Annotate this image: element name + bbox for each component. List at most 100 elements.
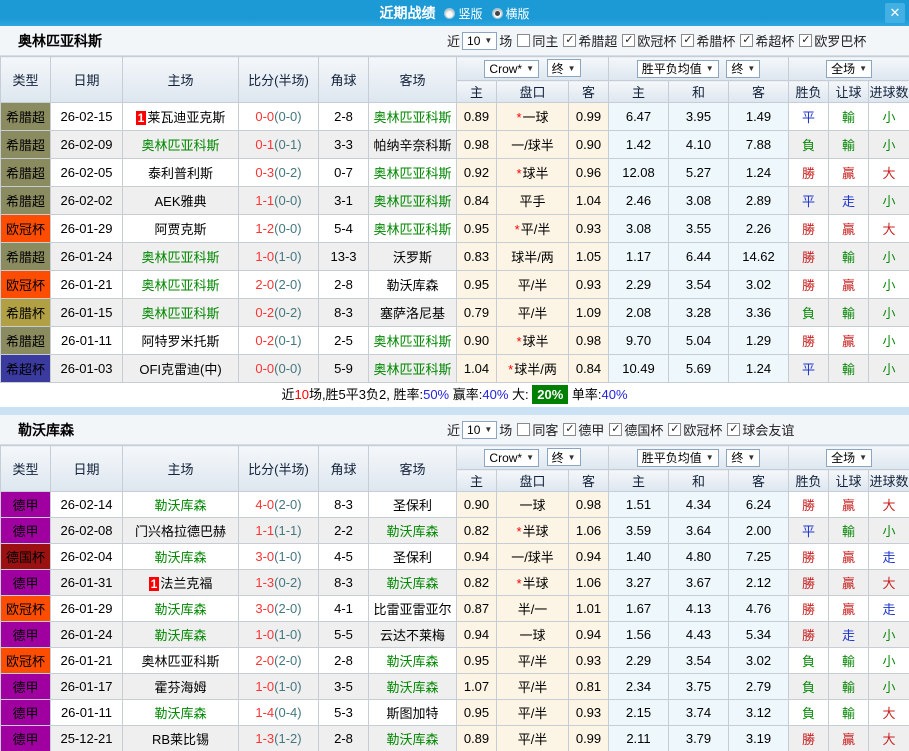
col-away: 客场	[368, 445, 457, 492]
scope-controls: 全场	[788, 445, 909, 470]
match-date-cell: 26-02-08	[50, 517, 123, 544]
league-filter-checkbox[interactable]: 希超杯	[740, 31, 794, 50]
match-count-select[interactable]: 10	[462, 420, 498, 439]
final-odds-select[interactable]: 终	[546, 59, 581, 78]
away-team-name: 勒沃库森	[386, 524, 439, 539]
league-filter-checkbox[interactable]: 欧冠杯	[668, 420, 722, 439]
team-section-olympiacos: 奥林匹亚科斯 近 10 场 同主 希腊超欧冠杯希腊杯希超杯欧罗巴杯 类型 日期 …	[0, 26, 909, 407]
league-type-cell: 希腊超	[0, 186, 51, 215]
avg-draw-cell: 3.54	[668, 270, 729, 299]
home-team-cell: 泰利普利斯	[122, 158, 239, 187]
final-odds-select[interactable]: 终	[546, 448, 581, 467]
away-team-cell: 云达不莱梅	[368, 621, 457, 648]
bookmaker-select[interactable]: Crow*	[484, 59, 540, 78]
result-wdl-cell: 平	[788, 102, 830, 131]
home-team-name: 勒沃库森	[154, 498, 207, 513]
match-row: 德甲 26-01-31 1 法兰克福 1-3(0-2) 8-3 勒沃库森 0.82 *半球 1.0…	[0, 569, 909, 596]
match-scope-select[interactable]: 全场	[826, 59, 872, 78]
avg-draw-cell: 4.80	[668, 543, 729, 570]
avg-home-cell: 2.29	[608, 270, 669, 299]
checkbox-checked-icon	[727, 423, 741, 436]
avg-draw-cell: 5.27	[668, 158, 729, 187]
same-venue-checkbox[interactable]: 同主	[517, 31, 558, 50]
home-team-name: 奥林匹亚科斯	[141, 138, 220, 153]
fulltime-score: 1-0	[255, 679, 275, 694]
col-odds-home: 主	[456, 469, 497, 492]
checkbox-unchecked-icon	[517, 423, 531, 436]
result-wdl-cell: 勝	[788, 595, 830, 622]
home-odds-cell: 0.94	[456, 543, 497, 570]
league-filter-checkbox[interactable]: 德国杯	[609, 420, 663, 439]
match-scope-value: 全场	[831, 451, 856, 465]
bookmaker-value: Crow*	[489, 450, 523, 465]
summary-row: 近10场,胜5平3负2, 胜率:50% 赢率:40% 大: 20% 单率:40%	[0, 383, 909, 407]
away-team-name: 勒沃库森	[386, 576, 439, 591]
match-row: 希腊杯 26-01-15 奥林匹亚科斯 0-2(0-2) 8-3 塞萨洛尼基 0.79 平/半…	[0, 298, 909, 327]
final-odds-select-2[interactable]: 终	[726, 448, 761, 467]
home-team-cell: 门兴格拉德巴赫	[122, 517, 239, 544]
final-odds-select-2[interactable]: 终	[726, 59, 761, 78]
home-odds-cell: 0.90	[456, 491, 497, 518]
league-type-cell: 德甲	[0, 569, 51, 596]
avg-odds-select[interactable]: 胜平负均值	[636, 448, 719, 467]
avg-draw-cell: 4.34	[668, 491, 729, 518]
avg-odds-select[interactable]: 胜平负均值	[636, 59, 719, 78]
avg-home-cell: 1.40	[608, 543, 669, 570]
league-type-cell: 希腊超	[0, 326, 51, 355]
home-team-name: 阿贾克斯	[154, 222, 207, 237]
halftime-score: (2-0)	[274, 601, 302, 616]
match-count-select[interactable]: 10	[462, 31, 498, 50]
summary-segment: 场,胜5平3负2,	[308, 387, 394, 402]
home-team-cell: 1 法兰克福	[122, 569, 239, 596]
result-goals-cell: 小	[868, 326, 909, 355]
match-date-cell: 26-01-24	[50, 621, 123, 648]
league-filter-checkbox[interactable]: 欧冠杯	[622, 31, 676, 50]
corner-cell: 3-5	[318, 673, 369, 700]
avg-home-cell: 1.51	[608, 491, 669, 518]
section-separator	[0, 407, 909, 415]
handicap-value: 平/半	[517, 680, 548, 695]
avg-home-cell: 2.29	[608, 647, 669, 674]
layout-vertical-radio[interactable]: 竖版	[444, 5, 483, 22]
close-button[interactable]: ✕	[885, 3, 905, 23]
league-type-cell: 德甲	[0, 673, 51, 700]
halftime-score: (0-2)	[274, 165, 302, 180]
league-filter-checkbox[interactable]: 希腊超	[563, 31, 617, 50]
corner-cell: 3-3	[318, 130, 369, 159]
avg-draw-cell: 4.43	[668, 621, 729, 648]
league-filter-checkbox[interactable]: 希腊杯	[681, 31, 735, 50]
avg-home-cell: 10.49	[608, 354, 669, 383]
home-team-name: 霍芬海姆	[154, 680, 207, 695]
away-odds-cell: 0.93	[568, 647, 609, 674]
avg-draw-cell: 3.67	[668, 569, 729, 596]
league-filter-checkbox[interactable]: 欧罗巴杯	[799, 31, 866, 50]
result-handicap-cell: 贏	[828, 214, 870, 243]
col-wdl: 胜负	[788, 469, 830, 492]
home-team-cell: RB莱比锡	[122, 725, 239, 751]
handicap-cell: 一/球半	[496, 130, 569, 159]
match-date-cell: 26-01-11	[50, 326, 123, 355]
handicap-cell: *平/半	[496, 214, 569, 243]
away-team-name: 奥林匹亚科斯	[373, 110, 452, 125]
same-venue-checkbox[interactable]: 同客	[517, 420, 558, 439]
matches-table: 类型 日期 主场 比分(半场) 角球 客场 Crow* 终 胜平负均值 终 全场	[0, 445, 909, 751]
handicap-cell: 平手	[496, 186, 569, 215]
league-filter-checkbox[interactable]: 球会友谊	[727, 420, 794, 439]
league-filter-checkbox[interactable]: 德甲	[563, 420, 604, 439]
match-row: 希腊超 26-01-24 奥林匹亚科斯 1-0(1-0) 13-3 沃罗斯 0.83 球半/两…	[0, 242, 909, 271]
away-team-cell: 勒沃库森	[368, 517, 457, 544]
match-row: 欧冠杯 26-01-21 奥林匹亚科斯 2-0(2-0) 2-8 勒沃库森 0.95 平/半 0…	[0, 270, 909, 299]
bookmaker-select[interactable]: Crow*	[484, 448, 540, 467]
match-scope-select[interactable]: 全场	[826, 448, 872, 467]
checkbox-checked-icon	[681, 34, 695, 47]
final-odds-value: 终	[551, 61, 564, 76]
same-venue-label: 同主	[532, 34, 559, 49]
corner-cell: 0-7	[318, 158, 369, 187]
avg-home-cell: 2.15	[608, 699, 669, 726]
halftime-score: (2-0)	[274, 497, 302, 512]
layout-horizontal-radio[interactable]: 横版	[491, 5, 530, 22]
handicap-value: 一/球半	[511, 138, 554, 153]
summary-segment: 大:	[508, 387, 533, 402]
away-team-name: 云达不莱梅	[379, 628, 445, 643]
halftime-score: (0-0)	[274, 221, 302, 236]
